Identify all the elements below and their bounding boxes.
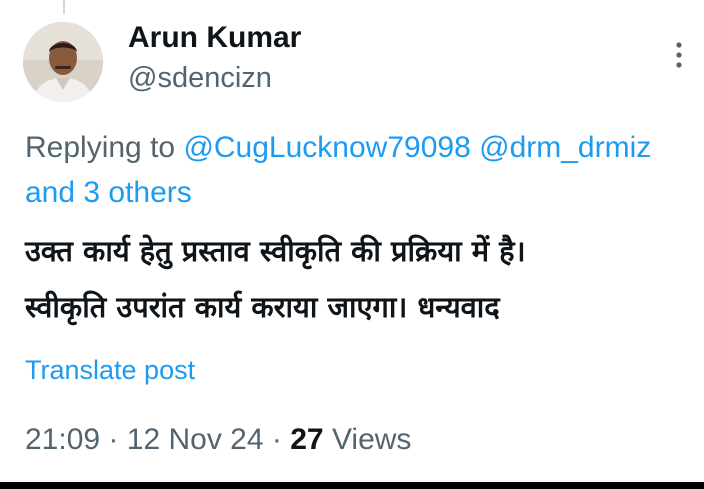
replying-to-label: Replying to xyxy=(25,131,176,164)
mention-link[interactable]: @CugLucknow79098 xyxy=(183,131,470,164)
meta-separator: · xyxy=(108,423,119,456)
post-time[interactable]: 21:09 xyxy=(25,423,100,456)
post-text-line: स्वीकृति उपरांत कार्य कराया जाएगा। धन्यव… xyxy=(25,290,500,324)
others-link[interactable]: and 3 others xyxy=(25,176,192,209)
more-vertical-icon xyxy=(676,42,682,68)
translate-post-link[interactable]: Translate post xyxy=(25,355,195,386)
author-display-name[interactable]: Arun Kumar xyxy=(128,21,301,55)
avatar[interactable] xyxy=(23,22,103,102)
post-text-line: उक्त कार्य हेतु प्रस्ताव स्वीकृति की प्र… xyxy=(25,234,526,268)
mention-link[interactable]: @drm_drmiz xyxy=(479,131,651,164)
more-options-button[interactable] xyxy=(664,38,694,72)
post-metadata: 21:09 · 12 Nov 24 · 27 Views xyxy=(25,423,411,457)
reply-context: Replying to @CugLucknow79098 @drm_drmiz … xyxy=(25,125,704,215)
post-date[interactable]: 12 Nov 24 xyxy=(127,423,264,456)
user-avatar-photo-icon xyxy=(23,22,103,102)
bottom-divider xyxy=(0,482,704,489)
author-handle[interactable]: @sdencizn xyxy=(128,62,272,95)
post-text: उक्त कार्य हेतु प्रस्ताव स्वीकृति की प्र… xyxy=(25,223,695,335)
thread-connector-line xyxy=(63,0,65,14)
meta-separator: · xyxy=(271,423,282,456)
views-label: Views xyxy=(331,423,412,456)
views-count: 27 xyxy=(290,423,324,456)
